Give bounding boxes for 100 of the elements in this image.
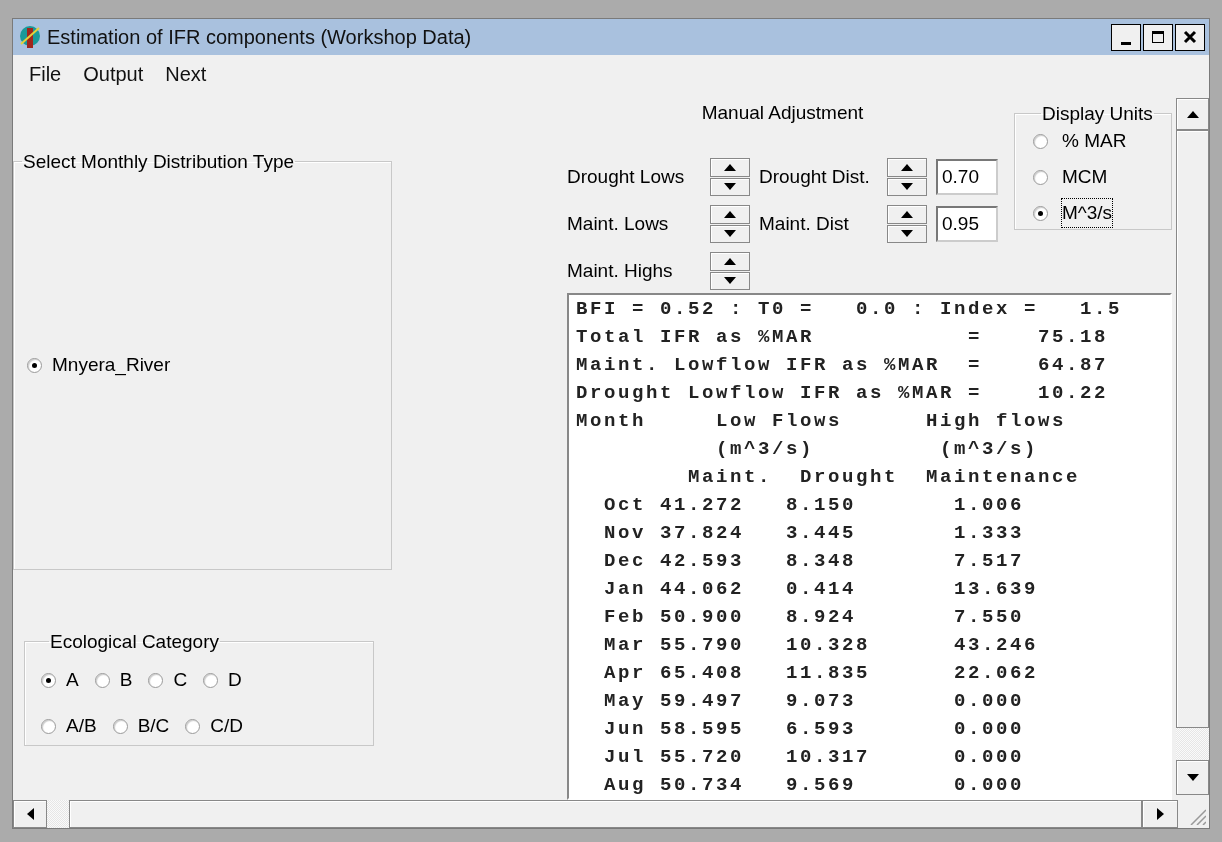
minimize-button[interactable] xyxy=(1111,23,1141,51)
value-cell-text: 1.006 xyxy=(954,493,1024,518)
menu-item[interactable]: File xyxy=(29,58,62,89)
column-heading: Maint. xyxy=(688,465,772,490)
down-arrow-icon xyxy=(901,230,913,238)
value-cell-text: 0.000 xyxy=(954,773,1024,798)
radio-button[interactable] xyxy=(112,718,128,734)
option-label: B xyxy=(119,667,133,692)
month-cell-text: Apr xyxy=(604,661,646,686)
down-arrow-icon xyxy=(1186,774,1199,781)
maximize-button[interactable] xyxy=(1143,23,1173,51)
month-cell-text: Jan xyxy=(604,577,646,602)
month-cell-text: Nov xyxy=(604,521,646,546)
scroll-down-button[interactable] xyxy=(1176,760,1209,795)
radio-button[interactable] xyxy=(148,672,164,688)
value-field[interactable]: 0.95 xyxy=(936,206,998,242)
output-line: Total IFR as %MAR = 75.18 xyxy=(576,325,1110,350)
scroll-left-button[interactable] xyxy=(13,800,47,828)
group-title: Select Monthly Distribution Type xyxy=(22,152,296,171)
option-label: D xyxy=(228,667,242,692)
group-title: Display Units xyxy=(1041,104,1154,123)
value-cell-text: 58.595 xyxy=(660,717,744,742)
scrollbar-track[interactable] xyxy=(47,800,69,828)
option-label: A/B xyxy=(66,713,97,738)
column-heading: High flows xyxy=(926,409,1067,434)
radio-button[interactable] xyxy=(94,672,110,688)
output-line: BFI = 0.52 : T0 = 0.0 : Index = 1.5 xyxy=(576,297,1124,322)
menu-item[interactable]: Output xyxy=(83,58,144,89)
option-label: Mnyera_River xyxy=(52,352,171,378)
spin-up-button[interactable] xyxy=(710,158,750,177)
value-cell-text: 65.408 xyxy=(660,661,744,686)
radio-button[interactable] xyxy=(41,718,56,734)
value-cell-text: 8.348 xyxy=(786,549,856,574)
output-text-area[interactable] xyxy=(567,293,1172,800)
scrollbar-thumb[interactable] xyxy=(69,800,1142,828)
down-arrow-icon xyxy=(901,183,913,191)
close-button[interactable] xyxy=(1175,23,1205,51)
value-cell-text: 42.593 xyxy=(660,549,744,574)
down-arrow-icon xyxy=(724,183,736,191)
spin-down-button[interactable] xyxy=(710,224,750,243)
maximize-icon xyxy=(1151,30,1165,44)
option-label: C xyxy=(173,667,188,692)
section-title: Manual Adjustment xyxy=(700,102,865,124)
scroll-right-button[interactable] xyxy=(1142,800,1178,828)
down-arrow-icon xyxy=(724,230,736,238)
value-cell-text: 55.790 xyxy=(660,633,744,658)
up-arrow-icon xyxy=(901,163,913,171)
radio-button[interactable] xyxy=(1033,169,1048,185)
close-icon xyxy=(1183,30,1197,44)
month-cell-text: Mar xyxy=(604,633,646,658)
scrollbar-track[interactable] xyxy=(1176,728,1209,760)
month-cell-text: Feb xyxy=(604,605,646,630)
up-arrow-icon xyxy=(1186,110,1199,118)
up-arrow-icon xyxy=(901,210,913,218)
right-arrow-icon xyxy=(1156,808,1164,820)
value-cell-text: 9.073 xyxy=(786,689,856,714)
control-label: Drought Dist. xyxy=(759,164,871,189)
radio-button[interactable] xyxy=(1033,205,1048,221)
spin-down-button[interactable] xyxy=(887,177,927,196)
window-title: Estimation of IFR components (Workshop Data) xyxy=(47,25,473,50)
scroll-up-button[interactable] xyxy=(1176,98,1209,130)
value-cell-text: 55.720 xyxy=(660,745,744,770)
value-field[interactable]: 0.70 xyxy=(936,159,998,195)
control-label: Maint. Highs xyxy=(567,258,674,283)
value-cell-text: 43.246 xyxy=(954,633,1038,658)
column-heading: Low Flows xyxy=(716,409,843,434)
value-cell-text: 7.550 xyxy=(954,605,1024,630)
spin-down-button[interactable] xyxy=(710,271,750,290)
down-arrow-icon xyxy=(724,277,736,285)
option-label: MCM xyxy=(1062,164,1108,189)
radio-button[interactable] xyxy=(1033,133,1048,149)
month-cell-text: Oct xyxy=(604,493,646,518)
value-cell-text: 22.062 xyxy=(954,661,1038,686)
radio-button[interactable] xyxy=(27,357,42,373)
option-label: % MAR xyxy=(1062,128,1127,153)
up-arrow-icon xyxy=(724,210,736,218)
month-cell-text: Dec xyxy=(604,549,646,574)
radio-button[interactable] xyxy=(41,672,56,688)
value-cell-text: 6.593 xyxy=(786,717,856,742)
spin-up-button[interactable] xyxy=(710,205,750,224)
up-arrow-icon xyxy=(724,257,736,265)
radio-button[interactable] xyxy=(203,672,219,688)
option-label: A xyxy=(66,667,79,692)
value-cell-text: 7.517 xyxy=(954,549,1024,574)
scrollbar-thumb[interactable] xyxy=(1176,130,1209,728)
spin-up-button[interactable] xyxy=(710,252,750,271)
spin-up-button[interactable] xyxy=(887,205,927,224)
column-heading: Month xyxy=(576,409,646,434)
menu-item[interactable]: Next xyxy=(165,58,207,89)
radio-button[interactable] xyxy=(185,718,201,734)
spin-down-button[interactable] xyxy=(710,177,750,196)
output-line: Maint. Lowflow IFR as %MAR = 64.87 xyxy=(576,353,1110,378)
app-logo-icon xyxy=(17,24,43,50)
size-grip-icon xyxy=(1190,809,1206,825)
spin-down-button[interactable] xyxy=(887,224,927,243)
month-cell-text: Jun xyxy=(604,717,646,742)
month-cell-text: May xyxy=(604,689,646,714)
option-label: B/C xyxy=(137,713,170,738)
month-cell-text: Aug xyxy=(604,773,646,798)
spin-up-button[interactable] xyxy=(887,158,927,177)
